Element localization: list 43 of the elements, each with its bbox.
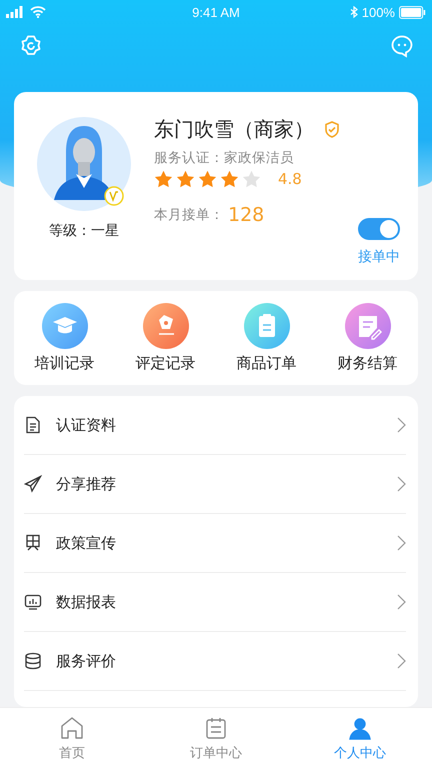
menu-item[interactable]: 认证资料 — [24, 396, 406, 455]
battery-percent: 100% — [362, 4, 395, 20]
chevron-right-icon — [397, 653, 406, 669]
orders-shortcut-icon — [244, 303, 290, 349]
level-label: 等级：一星 — [49, 222, 119, 240]
training-shortcut-icon — [42, 303, 88, 349]
rating-value: 4.8 — [278, 170, 302, 188]
chevron-right-icon — [397, 417, 406, 433]
settings-icon[interactable] — [19, 34, 43, 58]
monthly-orders-count: 128 — [228, 204, 264, 226]
chevron-right-icon — [397, 594, 406, 610]
shortcut-button[interactable]: 评定记录 — [115, 303, 216, 373]
chevron-right-icon — [397, 535, 406, 551]
home-icon — [59, 714, 85, 740]
menu-item[interactable]: 政策宣传 — [24, 514, 406, 573]
wifi-icon — [30, 6, 46, 18]
menu-item[interactable]: 服务评价 — [24, 632, 406, 691]
database-icon — [24, 652, 42, 670]
bluetooth-icon — [350, 6, 358, 18]
policy-icon — [24, 534, 42, 552]
certification-text: 服务认证：家政保洁员 — [154, 149, 295, 167]
menu-item[interactable]: 数据报表 — [24, 573, 406, 632]
review-shortcut-icon — [142, 303, 188, 349]
accepting-toggle[interactable] — [358, 218, 400, 240]
share-icon — [24, 475, 42, 493]
shortcut-button[interactable]: 培训记录 — [14, 303, 115, 373]
menu-item[interactable]: 分享推荐 — [24, 455, 406, 514]
tab-item[interactable]: 首页 — [0, 708, 144, 768]
tab-item[interactable]: 订单中心 — [144, 708, 288, 768]
battery-icon — [398, 6, 426, 18]
message-icon[interactable] — [390, 34, 414, 58]
finance-shortcut-icon — [344, 303, 390, 349]
shield-check-icon — [324, 121, 340, 138]
document-icon — [24, 416, 42, 434]
shortcut-button[interactable]: 财务结算 — [317, 303, 418, 373]
monthly-orders-label: 本月接单： — [154, 206, 224, 224]
shortcut-button[interactable]: 商品订单 — [216, 303, 317, 373]
report-icon — [24, 593, 42, 611]
chevron-right-icon — [397, 476, 406, 492]
merchant-name: 东门吹雪（商家） — [154, 116, 314, 143]
status-time: 9:41 AM — [192, 4, 240, 20]
avatar-icon — [36, 116, 132, 212]
accepting-label: 接单中 — [358, 248, 400, 266]
